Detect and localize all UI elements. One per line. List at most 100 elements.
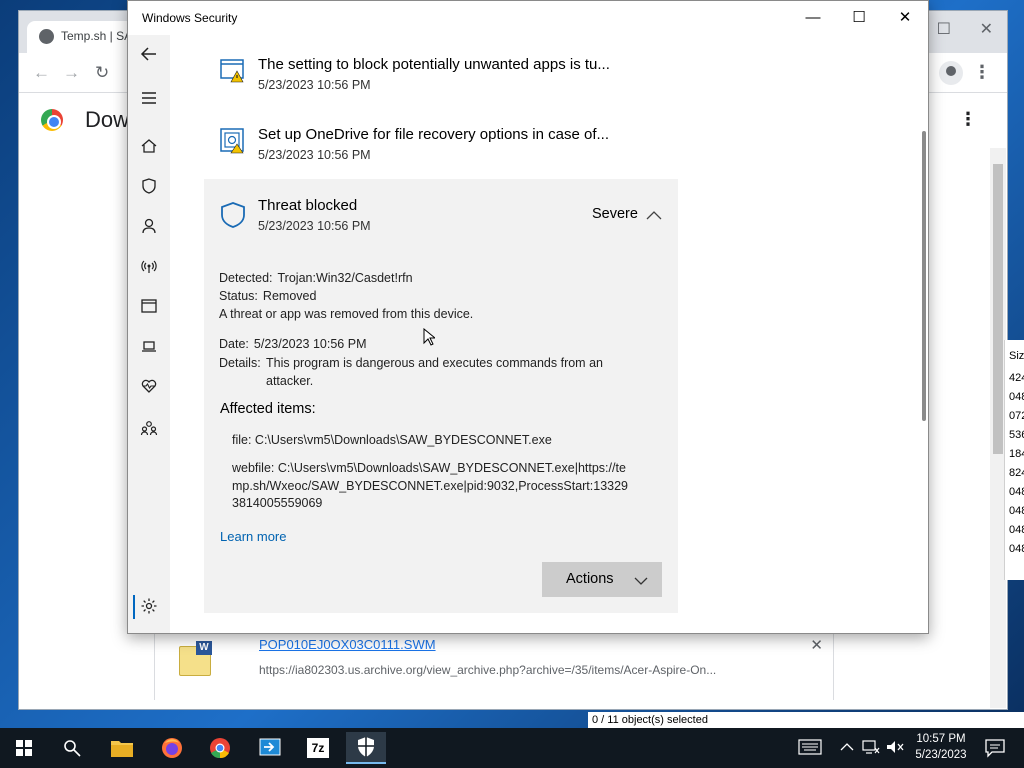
back-arrow-icon[interactable]: [138, 43, 160, 65]
page-menu-icon[interactable]: ⋮: [959, 109, 977, 130]
explorer-row[interactable]: 824: [1009, 467, 1024, 479]
chevron-up-tray-icon[interactable]: [840, 740, 854, 768]
hamburger-menu-icon[interactable]: [138, 87, 160, 109]
minimize-icon[interactable]: —: [790, 5, 836, 31]
date-label: Date:: [219, 337, 249, 351]
explorer-row[interactable]: 424: [1009, 372, 1024, 384]
chrome-scrollbar-thumb[interactable]: [993, 164, 1003, 454]
file-explorer-icon[interactable]: [102, 732, 142, 764]
explorer-row[interactable]: 184: [1009, 448, 1024, 460]
7zip-icon[interactable]: 7z: [298, 732, 338, 764]
chrome-tab[interactable]: Temp.sh | SA: [27, 21, 139, 53]
threat-card: Threat blocked 5/23/2023 10:56 PM Severe…: [204, 179, 678, 613]
chrome-close-icon[interactable]: ✕: [980, 19, 993, 39]
explorer-status-bar: 0 / 11 object(s) selected: [588, 712, 1024, 728]
explorer-row[interactable]: 072: [1009, 410, 1024, 422]
taskbar: 7z 10:57 PM 5/23/2023: [0, 728, 1024, 768]
notification-time: 5/23/2023 10:56 PM: [258, 148, 371, 162]
notification-title: The setting to block potentially unwante…: [258, 56, 610, 73]
maximize-icon[interactable]: ☐: [836, 5, 882, 31]
download-remove-icon[interactable]: ✕: [810, 636, 823, 654]
firefox-icon[interactable]: [152, 732, 192, 764]
affected-item: file: C:\Users\vm5\Downloads\SAW_BYDESCO…: [232, 433, 552, 447]
notification-center-icon[interactable]: [984, 738, 1006, 768]
reload-icon[interactable]: ↻: [95, 63, 109, 83]
actions-label: Actions: [566, 571, 614, 587]
chevron-up-icon[interactable]: [646, 207, 662, 220]
explorer-window: Size 424 048 072 536 184 824 048 048 048…: [1004, 340, 1024, 580]
settings-gear-icon[interactable]: [138, 595, 160, 617]
close-icon[interactable]: ✕: [882, 5, 928, 31]
app-browser-icon[interactable]: [138, 295, 160, 317]
family-options-icon[interactable]: [138, 417, 160, 439]
remote-app-icon[interactable]: [250, 732, 290, 764]
home-icon[interactable]: [138, 135, 160, 157]
profile-icon[interactable]: [939, 61, 963, 85]
download-filename-link[interactable]: POP010EJ0OX03C0111.SWM: [259, 637, 436, 652]
learn-more-link[interactable]: Learn more: [220, 529, 286, 544]
threat-title: Threat blocked: [258, 197, 358, 214]
explorer-row[interactable]: 048: [1009, 391, 1024, 403]
notification-title: Set up OneDrive for file recovery option…: [258, 126, 609, 143]
explorer-row[interactable]: 536: [1009, 429, 1024, 441]
windows-security-icon[interactable]: [346, 732, 386, 764]
forward-icon[interactable]: →: [63, 63, 80, 83]
actions-button[interactable]: Actions: [542, 562, 662, 597]
file-badge: W: [196, 641, 212, 655]
app-browser-warning-icon: [220, 58, 246, 84]
title-bar[interactable]: Windows Security — ☐ ✕: [128, 1, 928, 35]
taskbar-clock[interactable]: 10:57 PM 5/23/2023: [908, 731, 974, 763]
chrome-maximize-icon[interactable]: ☐: [937, 19, 951, 39]
detected-label: Detected:: [219, 271, 273, 285]
firewall-network-icon[interactable]: [138, 255, 160, 277]
device-security-icon[interactable]: [138, 335, 160, 357]
account-icon[interactable]: [138, 215, 160, 237]
affected-items-heading: Affected items:: [220, 401, 316, 417]
network-icon[interactable]: [862, 739, 880, 768]
severity-label: Severe: [592, 206, 638, 222]
keyboard-icon[interactable]: [798, 738, 822, 768]
page-title: Dow: [85, 107, 130, 132]
chrome-tab-title: Temp.sh | SA: [61, 29, 133, 43]
status-label: Status:: [219, 289, 258, 303]
details-label: Details:: [219, 356, 261, 370]
date-value: 5/23/2023 10:56 PM: [253, 337, 367, 351]
threat-time: 5/23/2023 10:56 PM: [258, 219, 371, 233]
status-row: Status: Removed: [219, 289, 316, 303]
detected-row: Detected: Trojan:Win32/Casdet!rfn: [219, 271, 413, 285]
chevron-down-icon: [634, 574, 648, 585]
back-icon[interactable]: ←: [33, 63, 50, 83]
status-value: Removed: [262, 289, 317, 303]
shield-icon[interactable]: [138, 175, 160, 197]
chrome-menu-icon[interactable]: ⋮: [973, 62, 991, 83]
clock-time: 10:57 PM: [916, 733, 966, 745]
7zip-label: 7z: [307, 738, 329, 758]
protection-history: The setting to block potentially unwante…: [170, 35, 922, 633]
content-scrollbar[interactable]: [922, 131, 926, 421]
sidebar: [128, 35, 170, 633]
device-health-icon[interactable]: [138, 375, 160, 397]
explorer-column-header[interactable]: Size: [1009, 350, 1024, 362]
explorer-row[interactable]: 048: [1009, 543, 1024, 555]
start-button-icon[interactable]: [4, 732, 44, 764]
chrome-logo-icon: [41, 109, 63, 131]
clock-date: 5/23/2023: [915, 749, 967, 761]
volume-muted-icon[interactable]: [886, 739, 904, 768]
affected-item: webfile: C:\Users\vm5\Downloads\SAW_BYDE…: [232, 461, 629, 510]
search-icon[interactable]: [52, 732, 92, 764]
file-recovery-icon: [220, 128, 246, 154]
globe-icon: [39, 29, 54, 44]
chrome-icon[interactable]: [200, 732, 240, 764]
explorer-row[interactable]: 048: [1009, 486, 1024, 498]
explorer-row[interactable]: 048: [1009, 524, 1024, 536]
active-indicator: [133, 595, 135, 619]
explorer-row[interactable]: 048: [1009, 505, 1024, 517]
shield-icon: [220, 201, 246, 229]
download-url: https://ia802303.us.archive.org/view_arc…: [259, 663, 717, 677]
word-file-icon: W: [179, 641, 212, 676]
windows-security-window: Windows Security — ☐ ✕ The setting to bl…: [127, 0, 929, 634]
mouse-cursor-icon: [423, 328, 435, 346]
date-row: Date: 5/23/2023 10:56 PM: [219, 337, 366, 351]
notification-time: 5/23/2023 10:56 PM: [258, 78, 371, 92]
window-title: Windows Security: [142, 11, 238, 25]
